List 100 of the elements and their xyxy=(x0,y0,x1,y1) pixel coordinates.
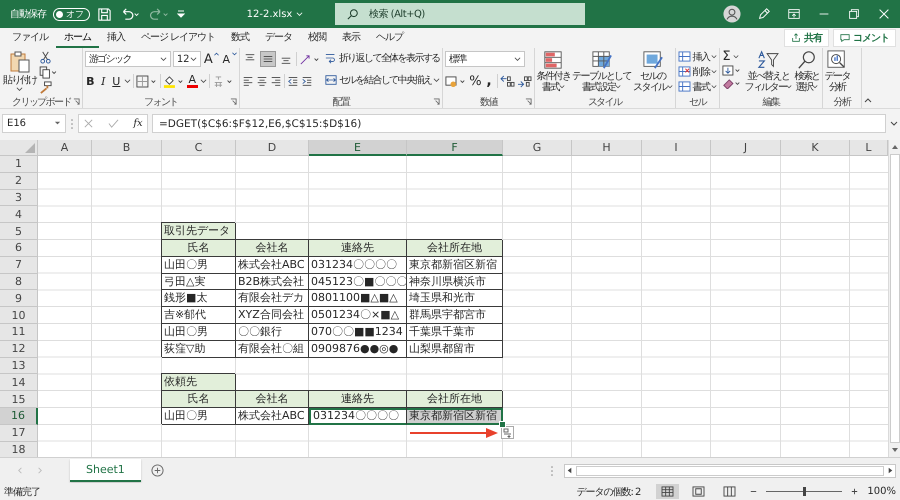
grow-font-button[interactable]: A xyxy=(202,52,214,66)
eraser-icon[interactable] xyxy=(722,78,742,89)
column-header[interactable]: A xyxy=(38,140,92,156)
column-header[interactable]: I xyxy=(642,140,711,156)
row-header[interactable]: 4 xyxy=(0,206,38,224)
format-painter-icon[interactable] xyxy=(38,81,52,94)
row-header[interactable]: 10 xyxy=(0,307,38,324)
fill-color-icon[interactable] xyxy=(162,74,185,88)
ribbon-tab[interactable]: 表示 xyxy=(334,28,368,48)
comma-button[interactable]: , xyxy=(484,76,495,86)
zoom-thumb[interactable] xyxy=(803,487,806,496)
comment-button[interactable]: コメント xyxy=(833,29,896,47)
wrap-text-button[interactable]: 折り返して全体を表示する xyxy=(324,50,440,66)
text-orientation-icon[interactable] xyxy=(298,52,321,66)
ribbon-tab[interactable]: 校閲 xyxy=(300,28,334,48)
row-header[interactable]: 11 xyxy=(0,324,38,341)
ribbon-tab[interactable]: ホーム xyxy=(56,28,99,48)
row-header[interactable]: 2 xyxy=(0,172,38,190)
cut-icon[interactable] xyxy=(38,51,52,64)
customize-caret-icon[interactable] xyxy=(177,10,185,18)
accounting-format-icon[interactable] xyxy=(445,74,468,88)
avatar-icon[interactable] xyxy=(723,5,741,23)
ribbon-tab[interactable]: ヘルプ xyxy=(368,28,412,48)
horizontal-scrollbar[interactable] xyxy=(564,464,896,478)
percent-button[interactable]: % xyxy=(469,74,482,88)
caret-icon[interactable] xyxy=(124,78,131,84)
collapse-ribbon-icon[interactable] xyxy=(864,96,872,104)
copy-icon[interactable] xyxy=(38,66,58,79)
column-header[interactable]: J xyxy=(711,140,781,156)
column-header[interactable]: F xyxy=(407,140,503,156)
ribbon-tab[interactable]: データ xyxy=(257,28,300,48)
align-right-icon[interactable] xyxy=(270,75,282,87)
file-name[interactable]: 12-2.xlsx xyxy=(246,8,292,20)
align-left-icon[interactable] xyxy=(242,75,254,87)
add-sheet-icon[interactable] xyxy=(150,464,164,477)
scroll-thumb[interactable] xyxy=(890,154,900,443)
row-header[interactable]: 1 xyxy=(0,156,38,173)
conditional-format-button[interactable]: 条件付き 書式 xyxy=(536,50,570,93)
font-color-button[interactable]: A xyxy=(186,74,198,88)
underline-button[interactable]: U xyxy=(110,74,122,88)
expand-formula-icon[interactable] xyxy=(890,120,898,128)
number-format-field[interactable]: 標準 xyxy=(445,51,526,67)
row-header[interactable]: 3 xyxy=(0,190,38,206)
ribbon-tab[interactable]: 数式 xyxy=(223,28,258,48)
caret-icon[interactable] xyxy=(200,78,207,84)
column-header[interactable]: D xyxy=(236,140,309,156)
merge-center-button[interactable]: セルを結合して中央揃え xyxy=(324,72,440,88)
sort-filter-button[interactable]: 並べ替えと フィルター xyxy=(744,50,792,93)
font-size-field[interactable]: 12 xyxy=(172,51,201,67)
data-analysis-button[interactable]: データ 分析 xyxy=(824,50,850,93)
column-header[interactable]: E xyxy=(309,140,407,156)
quick-analysis-icon[interactable] xyxy=(501,426,514,439)
row-header[interactable]: 12 xyxy=(0,340,38,358)
insert-cells-button[interactable]: 挿入 xyxy=(678,50,718,63)
delete-cells-button[interactable]: 削除 xyxy=(678,65,718,78)
dialog-launcher-icon[interactable] xyxy=(72,98,80,105)
row-header[interactable]: 16 xyxy=(0,408,38,425)
row-header[interactable]: 13 xyxy=(0,358,38,374)
column-header[interactable]: G xyxy=(503,140,572,156)
dialog-launcher-icon[interactable] xyxy=(433,98,440,105)
close-icon[interactable] xyxy=(877,7,891,21)
paste-button[interactable]: 貼り付け xyxy=(3,50,37,93)
fill-handle[interactable] xyxy=(499,420,506,428)
pen-icon[interactable] xyxy=(757,7,771,21)
vertical-scrollbar[interactable] xyxy=(888,140,900,457)
column-header[interactable]: C xyxy=(162,140,236,156)
column-header[interactable]: L xyxy=(850,140,888,156)
font-name-field[interactable]: 游ゴシック xyxy=(84,51,171,67)
column-header[interactable]: K xyxy=(781,140,850,156)
format-cells-button[interactable]: 書式 xyxy=(678,80,718,93)
column-header[interactable]: H xyxy=(572,140,642,156)
ribbon-tab[interactable]: 挿入 xyxy=(99,28,133,48)
caret-icon[interactable] xyxy=(296,10,304,18)
row-header[interactable]: 8 xyxy=(0,274,38,290)
search-field[interactable]: 検索 (Alt+Q) xyxy=(335,3,585,25)
decrease-decimal-icon[interactable] xyxy=(516,74,532,88)
fill-down-icon[interactable] xyxy=(722,65,742,76)
scroll-thumb[interactable] xyxy=(576,466,884,476)
save-icon[interactable] xyxy=(97,6,112,22)
align-center-icon[interactable] xyxy=(256,75,268,87)
autosum-button[interactable]: Σ xyxy=(722,50,742,63)
increase-decimal-icon[interactable] xyxy=(500,74,515,88)
scroll-left-icon[interactable] xyxy=(565,466,574,475)
zoom-level[interactable]: 100% xyxy=(867,486,896,497)
italic-button[interactable]: I xyxy=(98,74,109,88)
increase-indent-icon[interactable] xyxy=(300,75,313,87)
ribbon-tab[interactable]: ファイル xyxy=(4,28,56,48)
autosave-toggle[interactable]: オフ xyxy=(53,8,90,20)
find-select-button[interactable]: 検索と 選択 xyxy=(794,50,820,93)
row-header[interactable]: 9 xyxy=(0,290,38,308)
row-header[interactable]: 14 xyxy=(0,374,38,392)
row-header[interactable]: 18 xyxy=(0,442,38,457)
scroll-right-icon[interactable] xyxy=(886,466,895,475)
row-header[interactable]: 6 xyxy=(0,240,38,257)
ribbon-tab[interactable]: ページ レイアウト xyxy=(133,28,224,48)
dialog-launcher-icon[interactable] xyxy=(230,98,237,105)
share-button[interactable]: 共有 xyxy=(784,29,829,47)
row-header[interactable]: 7 xyxy=(0,256,38,274)
zoom-in-icon[interactable] xyxy=(850,487,860,496)
dialog-launcher-icon[interactable] xyxy=(524,98,532,105)
